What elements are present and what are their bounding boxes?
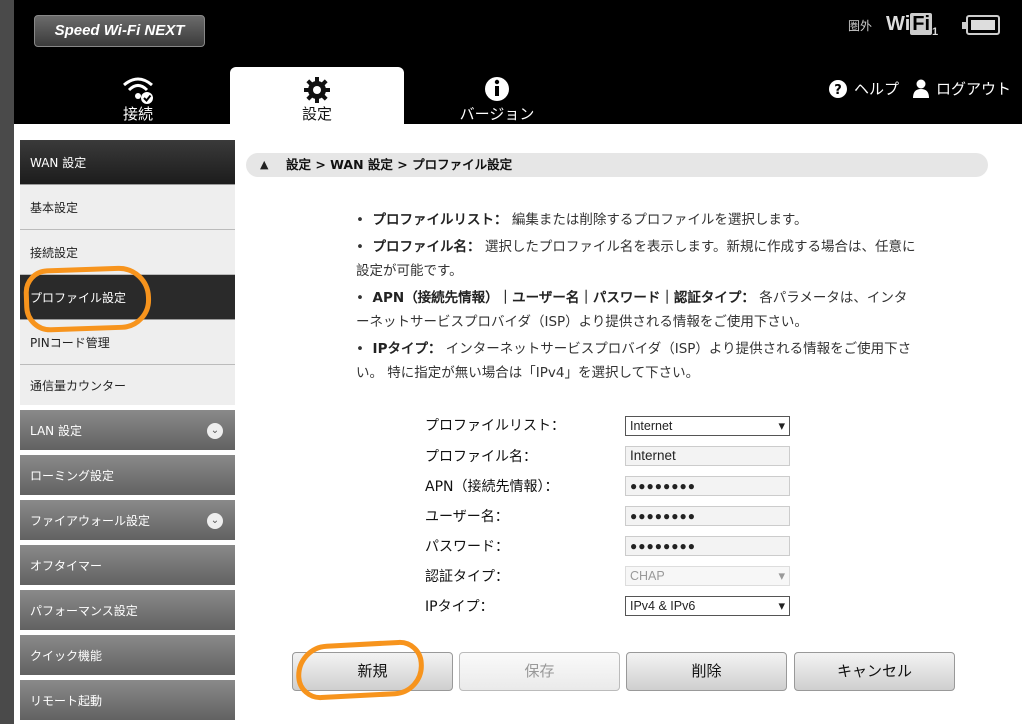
sidebar-item-firewall[interactable]: ファイアウォール設定 ⌄ bbox=[20, 500, 235, 545]
sidebar-item-label: パフォーマンス設定 bbox=[30, 603, 138, 618]
sidebar-item-quick[interactable]: クイック機能 bbox=[20, 635, 235, 680]
desc-term: APN（接続先情報）｜ユーザー名｜パスワード｜認証タイプ： bbox=[372, 290, 755, 306]
password-label: パスワード： bbox=[425, 539, 509, 555]
profile-name-input[interactable]: Internet bbox=[625, 446, 790, 466]
tab-version[interactable]: バージョン bbox=[404, 67, 590, 124]
tab-connect[interactable]: 接続 bbox=[40, 67, 236, 124]
desc-item: • IPタイプ： インターネットサービスプロバイダ（ISP）より提供される情報を… bbox=[356, 341, 912, 381]
cancel-button[interactable]: キャンセル bbox=[794, 652, 955, 691]
warning-triangle-icon: ▲ bbox=[260, 158, 269, 171]
sidebar-item-label: ファイアウォール設定 bbox=[30, 513, 151, 528]
sidebar-item-label: 通信量カウンター bbox=[30, 378, 127, 393]
sidebar-item-label: LAN 設定 bbox=[30, 423, 82, 438]
signal-status: 圏外 bbox=[848, 19, 873, 33]
breadcrumb: ▲ 設定 > WAN 設定 > プロファイル設定 bbox=[246, 153, 988, 177]
desc-term: IPタイプ： bbox=[372, 341, 442, 357]
sidebar-item-performance[interactable]: パフォーマンス設定 bbox=[20, 590, 235, 635]
sidebar-item-lan[interactable]: LAN 設定 ⌄ bbox=[20, 410, 235, 455]
help-link[interactable]: ? ヘルプ bbox=[828, 78, 899, 99]
left-edge-strip bbox=[0, 0, 14, 724]
sidebar-item-label: クイック機能 bbox=[30, 648, 103, 663]
sidebar-item-traffic-counter[interactable]: 通信量カウンター bbox=[20, 365, 235, 410]
profile-name-label: プロファイル名： bbox=[425, 449, 537, 465]
wifi-label-fi: Fi bbox=[910, 13, 933, 35]
annotation-ring-profile bbox=[22, 264, 153, 334]
auth-type-label: 認証タイプ： bbox=[425, 569, 509, 585]
save-button[interactable]: 保存 bbox=[459, 652, 620, 691]
info-icon bbox=[404, 75, 590, 105]
password-input[interactable]: ●●●●●●●● bbox=[625, 536, 790, 556]
sidebar: WAN 設定 基本設定 接続設定 プロファイル設定 PINコード管理 通信量カウ… bbox=[20, 140, 235, 724]
apn-label: APN（接続先情報）： bbox=[425, 479, 559, 495]
user-icon bbox=[913, 79, 929, 98]
annotation-ring-new-button bbox=[294, 638, 426, 702]
sidebar-item-label: ローミング設定 bbox=[30, 468, 115, 483]
username-input[interactable]: ●●●●●●●● bbox=[625, 506, 790, 526]
breadcrumb-text: 設定 > WAN 設定 > プロファイル設定 bbox=[286, 157, 513, 172]
wifi-label: Wi bbox=[886, 13, 911, 35]
apn-input[interactable]: ●●●●●●●● bbox=[625, 476, 790, 496]
logo: Speed Wi-Fi NEXT bbox=[34, 15, 205, 47]
desc-item: • APN（接続先情報）｜ユーザー名｜パスワード｜認証タイプ： 各パラメータは、… bbox=[356, 290, 908, 330]
profile-list-select[interactable]: Internet bbox=[625, 416, 790, 436]
help-icon: ? bbox=[829, 79, 847, 98]
sidebar-item-label: リモート起動 bbox=[30, 693, 103, 708]
profile-list-label: プロファイルリスト： bbox=[425, 418, 565, 434]
desc-text: 編集または削除するプロファイルを選択します。 bbox=[511, 212, 808, 228]
chevron-down-icon: ⌄ bbox=[207, 423, 223, 439]
wifi-check-icon bbox=[40, 75, 236, 105]
gear-icon bbox=[230, 75, 404, 105]
desc-item: • プロファイル名： 選択したプロファイル名を表示します。新規に作成する場合は、… bbox=[356, 239, 916, 279]
sidebar-item-off-timer[interactable]: オフタイマー bbox=[20, 545, 235, 590]
wifi-status-icon: Wi Fi 1 bbox=[886, 13, 938, 38]
desc-item: • プロファイルリスト： 編集または削除するプロファイルを選択します。 bbox=[356, 212, 808, 228]
sidebar-item-wan[interactable]: WAN 設定 bbox=[20, 140, 235, 185]
ip-type-select[interactable]: IPv4 & IPv6 bbox=[625, 596, 790, 616]
auth-type-select: CHAP bbox=[625, 566, 790, 586]
tab-settings[interactable]: 設定 bbox=[230, 67, 404, 124]
help-label: ヘルプ bbox=[854, 80, 900, 98]
battery-icon bbox=[962, 15, 1000, 35]
sidebar-item-label: 接続設定 bbox=[30, 245, 79, 260]
tab-settings-label: 設定 bbox=[301, 105, 332, 123]
sidebar-item-roaming[interactable]: ローミング設定 bbox=[20, 455, 235, 500]
delete-button[interactable]: 削除 bbox=[626, 652, 787, 691]
desc-term: プロファイル名： bbox=[372, 239, 481, 255]
ip-type-label: IPタイプ： bbox=[425, 599, 494, 615]
sidebar-item-label: 基本設定 bbox=[30, 200, 79, 215]
tab-connect-label: 接続 bbox=[122, 105, 153, 123]
sidebar-item-remote-wake[interactable]: リモート起動 bbox=[20, 680, 235, 724]
sidebar-item-label: オフタイマー bbox=[30, 558, 103, 573]
sidebar-item-basic[interactable]: 基本設定 bbox=[20, 185, 235, 230]
tab-version-label: バージョン bbox=[459, 105, 535, 123]
chevron-down-icon: ⌄ bbox=[207, 513, 223, 529]
sidebar-item-label: WAN 設定 bbox=[30, 155, 87, 170]
desc-term: プロファイルリスト： bbox=[372, 212, 508, 228]
username-label: ユーザー名： bbox=[425, 509, 509, 525]
wifi-sub: 1 bbox=[932, 26, 939, 38]
sidebar-item-label: PINコード管理 bbox=[30, 335, 110, 350]
logout-label: ログアウト bbox=[936, 80, 1012, 98]
svg-text:?: ? bbox=[834, 83, 842, 98]
description-list: • プロファイルリスト： 編集または削除するプロファイルを選択します。 • プロ… bbox=[356, 208, 916, 388]
logout-link[interactable]: ログアウト bbox=[912, 78, 1011, 99]
